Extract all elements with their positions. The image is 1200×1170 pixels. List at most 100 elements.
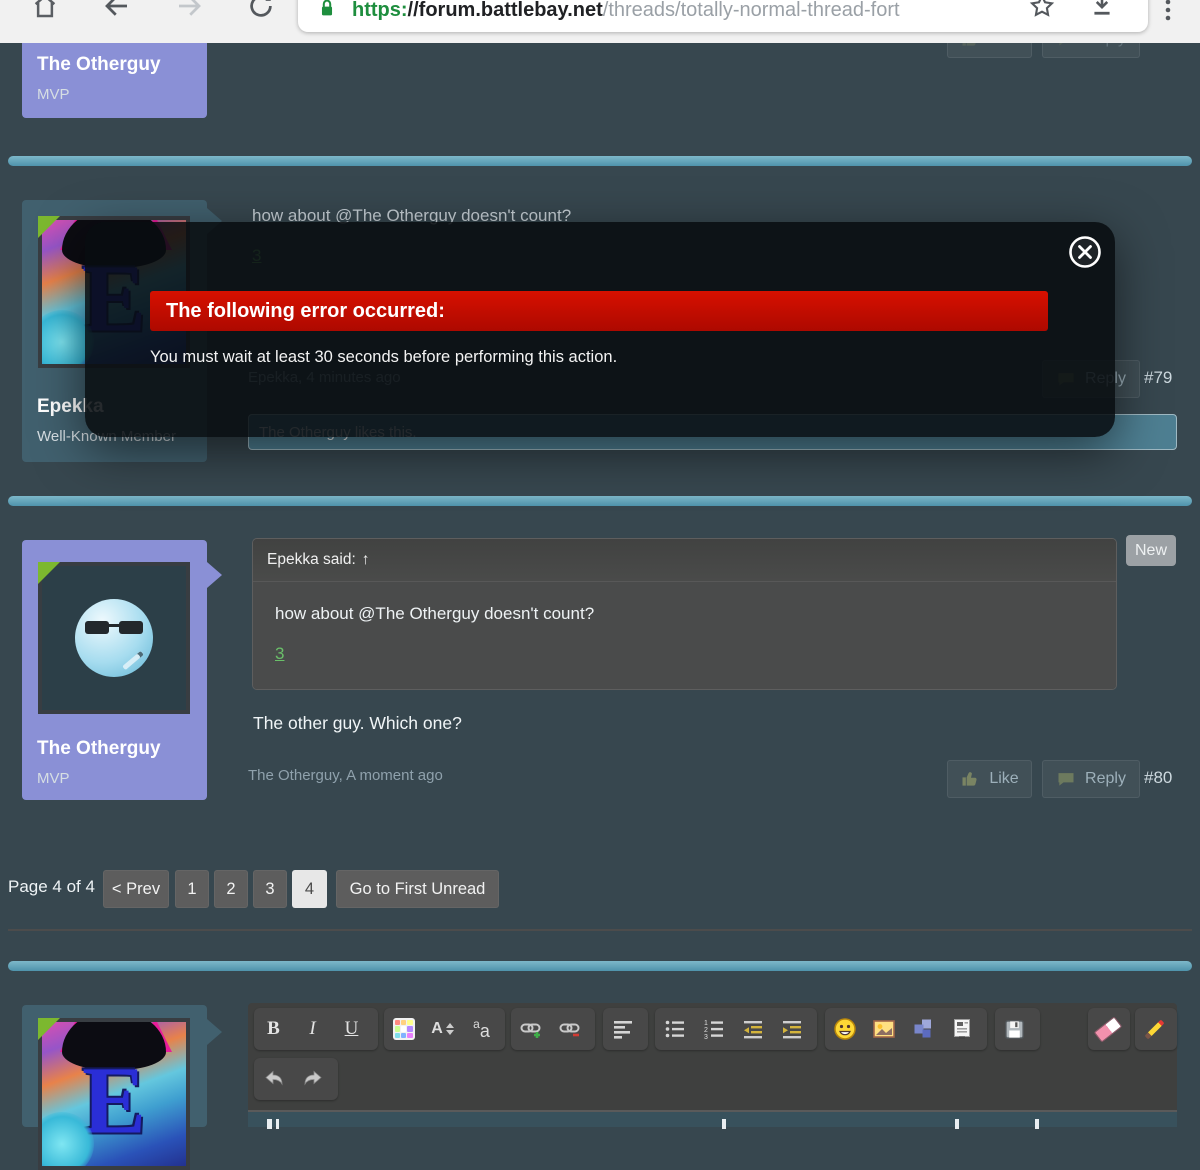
editor-user-panel: E: [22, 1005, 207, 1127]
indent-button[interactable]: [772, 1009, 811, 1049]
url-text[interactable]: https://forum.battlebay.net/threads/tota…: [352, 0, 900, 28]
jump-to-post-arrow-icon[interactable]: ↑: [362, 551, 370, 569]
quote-header[interactable]: Epekka said: ↑: [253, 539, 1116, 582]
insert-link-button[interactable]: [511, 1009, 550, 1049]
bold-button[interactable]: B: [254, 1009, 293, 1049]
back-icon[interactable]: [102, 0, 132, 21]
thumbs-up-icon: [960, 769, 980, 789]
page-button-3[interactable]: 3: [253, 870, 287, 908]
reply-editor: B I U A a a: [248, 1003, 1177, 1127]
forum-page: The Otherguy, 4 minutes ago Like Reply #…: [0, 0, 1200, 1127]
color-palette-icon: [393, 1018, 415, 1040]
text-color-button[interactable]: [384, 1009, 423, 1049]
remove-format-group: [1088, 1008, 1130, 1050]
post80-reply-button[interactable]: Reply: [1042, 760, 1140, 798]
insert-media-button[interactable]: [903, 1009, 942, 1049]
insert-quote-button[interactable]: [942, 1009, 981, 1049]
post79-number[interactable]: #79: [1144, 368, 1172, 388]
remove-formatting-button[interactable]: [1088, 1009, 1127, 1049]
redo-button[interactable]: [293, 1059, 332, 1099]
undo-arrow-icon: [262, 1067, 286, 1091]
outdent-icon: [742, 1018, 764, 1040]
top-author-role: MVP: [37, 86, 70, 103]
toggle-bbcode-button[interactable]: [1135, 1009, 1174, 1049]
numbered-list-icon: 1 2 3: [703, 1018, 725, 1040]
undo-button[interactable]: [254, 1059, 293, 1099]
underline-button[interactable]: U: [332, 1009, 371, 1049]
quoted-attachment-link[interactable]: 3: [275, 644, 284, 664]
unlink-button[interactable]: [550, 1009, 589, 1049]
close-icon: [1068, 235, 1102, 269]
svg-text:1: 1: [704, 1020, 708, 1027]
online-indicator-fold: [38, 1018, 60, 1040]
quote-body: how about @The Otherguy doesn't count? 3: [253, 582, 1116, 689]
redo-arrow-icon: [301, 1067, 325, 1091]
pencil-icon: [1145, 1019, 1165, 1039]
save-draft-button[interactable]: [995, 1009, 1034, 1049]
italic-button[interactable]: I: [293, 1009, 332, 1049]
post-divider: [8, 961, 1192, 971]
post80-number[interactable]: #80: [1144, 768, 1172, 788]
prev-page-button[interactable]: < Prev: [103, 870, 169, 908]
link-add-icon: [519, 1017, 543, 1041]
outdent-button[interactable]: [733, 1009, 772, 1049]
post80-reply-label: Reply: [1085, 770, 1126, 788]
size-arrows-icon: [446, 1023, 454, 1035]
insert-group: [825, 1008, 987, 1050]
ordered-list-button[interactable]: 1 2 3: [694, 1009, 733, 1049]
indent-icon: [781, 1018, 803, 1040]
page-button-4-current[interactable]: 4: [292, 870, 327, 908]
browser-menu-icon[interactable]: [1158, 0, 1178, 24]
smilies-button[interactable]: [825, 1009, 864, 1049]
error-message: You must wait at least 30 seconds before…: [150, 348, 617, 367]
post80-author-role: MVP: [37, 770, 70, 787]
post80-author-name[interactable]: The Otherguy: [37, 738, 161, 760]
go-to-first-unread-button[interactable]: Go to First Unread: [336, 870, 499, 908]
undo-redo-group: [254, 1058, 338, 1100]
post-divider: [8, 496, 1192, 506]
unordered-list-button[interactable]: [655, 1009, 694, 1049]
home-icon[interactable]: [30, 0, 60, 21]
editor-user-avatar[interactable]: E: [38, 1018, 190, 1170]
svg-text:2: 2: [704, 1027, 708, 1034]
alignment-button[interactable]: [603, 1009, 642, 1049]
list-group: 1 2 3: [655, 1008, 817, 1050]
top-author-name[interactable]: The Otherguy: [37, 54, 161, 76]
post80-like-button[interactable]: Like: [947, 760, 1032, 798]
bbcode-group: [1135, 1008, 1177, 1050]
link-remove-icon: [558, 1017, 582, 1041]
new-posts-badge[interactable]: New: [1126, 535, 1176, 566]
align-left-icon: [612, 1018, 634, 1040]
bookmark-star-icon[interactable]: [1028, 0, 1056, 20]
editor-text-area[interactable]: [248, 1112, 1177, 1127]
post80-quote-block: Epekka said: ↑ how about @The Otherguy d…: [252, 538, 1117, 690]
font-family-button[interactable]: a a: [462, 1009, 501, 1049]
format-group: B I U: [254, 1008, 378, 1050]
page-button-2[interactable]: 2: [214, 870, 248, 908]
post80-avatar[interactable]: [38, 562, 190, 714]
url-path: /threads/totally-normal-thread-fort: [603, 0, 900, 21]
forward-icon[interactable]: [174, 0, 204, 21]
insert-image-button[interactable]: [864, 1009, 903, 1049]
bullet-list-icon: [664, 1018, 686, 1040]
section-separator: [8, 929, 1192, 931]
eraser-icon: [1093, 1016, 1121, 1042]
download-icon[interactable]: [1088, 0, 1116, 20]
error-dialog: The following error occurred: You must w…: [85, 222, 1115, 437]
online-indicator-fold: [38, 562, 60, 584]
reply-bubble-icon: [1056, 769, 1076, 789]
otherguy-avatar-art: [42, 566, 186, 710]
epekka-avatar-art: E: [42, 1022, 186, 1166]
reload-icon[interactable]: [246, 0, 276, 21]
url-scheme: https:: [352, 0, 408, 21]
post-divider: [8, 156, 1192, 166]
post80-like-label: Like: [989, 770, 1018, 788]
font-size-button[interactable]: A: [423, 1009, 462, 1049]
page-button-1[interactable]: 1: [175, 870, 209, 908]
align-group: [603, 1008, 648, 1050]
secure-lock-icon[interactable]: [316, 0, 338, 20]
floppy-disk-icon: [1003, 1018, 1026, 1041]
close-button[interactable]: [1068, 235, 1102, 269]
error-title-banner: The following error occurred:: [150, 291, 1048, 331]
online-indicator-fold: [38, 216, 60, 238]
